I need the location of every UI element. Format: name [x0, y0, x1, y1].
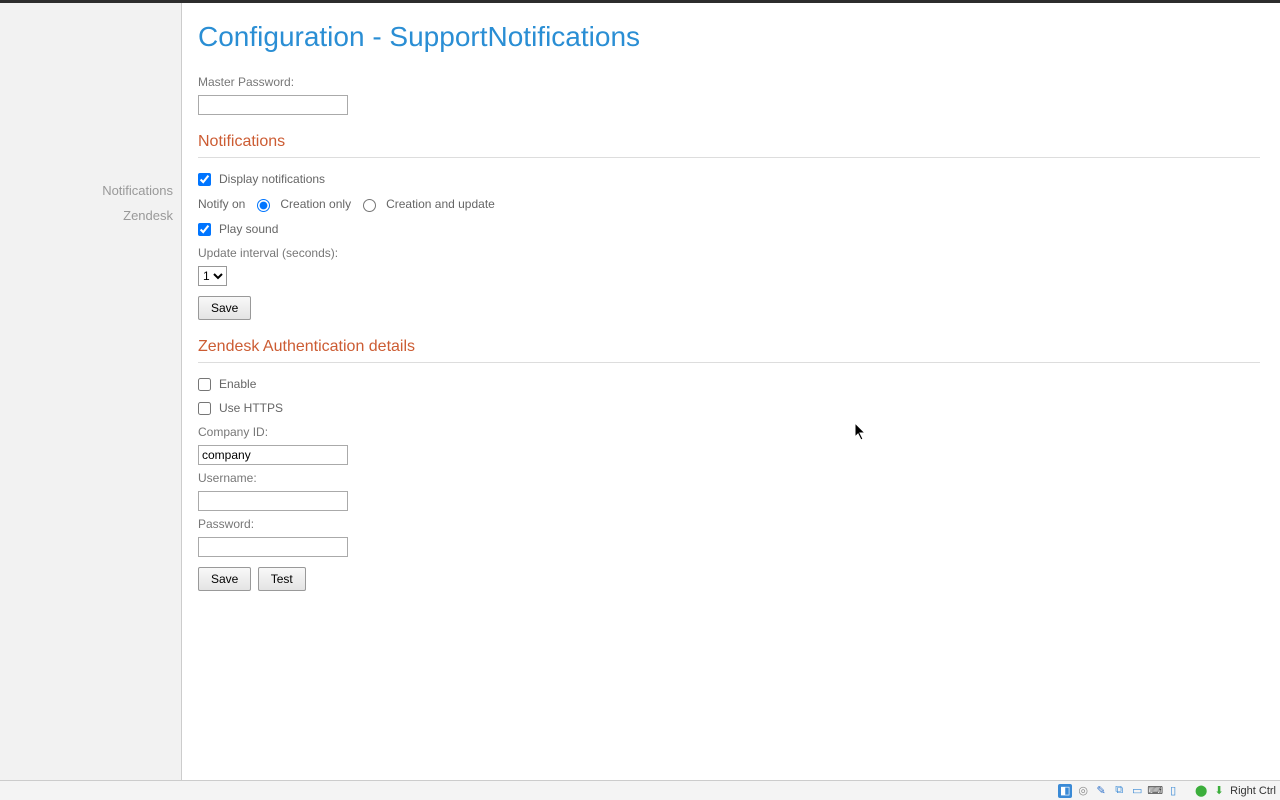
app-layout: Notifications Zendesk Configuration - Su…	[0, 3, 1280, 780]
notify-creation-update-label: Creation and update	[386, 197, 495, 211]
section-divider	[198, 362, 1260, 363]
tray-host-key-label: Right Ctrl	[1230, 785, 1276, 797]
sidebar: Notifications Zendesk	[0, 3, 182, 780]
zendesk-enable-checkbox[interactable]	[198, 378, 211, 391]
tray-audio-icon[interactable]: ▯	[1166, 784, 1180, 798]
update-interval-label: Update interval (seconds):	[198, 246, 1260, 260]
master-password-label: Master Password:	[198, 75, 1260, 89]
display-notifications-label: Display notifications	[219, 172, 325, 186]
notify-creation-only-radio[interactable]	[257, 199, 270, 212]
update-interval-select[interactable]: 1	[198, 266, 227, 286]
vm-taskbar: ◧ ◎ ✎ ⧉ ▭ ⌨ ▯ ⬤ ⬇ Right Ctrl	[0, 780, 1280, 800]
page-title: Configuration - SupportNotifications	[198, 21, 1260, 53]
zendesk-enable-label: Enable	[219, 377, 256, 391]
sidebar-item-zendesk[interactable]: Zendesk	[0, 203, 181, 228]
main-content: Configuration - SupportNotifications Mas…	[182, 3, 1280, 780]
notify-creation-update-radio[interactable]	[363, 199, 376, 212]
section-divider	[198, 157, 1260, 158]
notify-on-label: Notify on	[198, 197, 245, 211]
tray-shared-folder-icon[interactable]: ⧉	[1112, 784, 1126, 798]
password-label: Password:	[198, 517, 1260, 531]
display-notifications-checkbox[interactable]	[198, 173, 211, 186]
zendesk-save-button[interactable]: Save	[198, 567, 251, 591]
zendesk-test-button[interactable]: Test	[258, 567, 306, 591]
sidebar-item-notifications[interactable]: Notifications	[0, 178, 181, 203]
notify-creation-only-label: Creation only	[280, 197, 351, 211]
zendesk-https-checkbox[interactable]	[198, 402, 211, 415]
tray-display-icon[interactable]: ▭	[1130, 784, 1144, 798]
company-id-label: Company ID:	[198, 425, 1260, 439]
play-sound-checkbox[interactable]	[198, 223, 211, 236]
tray-network-icon[interactable]: ⌨	[1148, 784, 1162, 798]
username-input[interactable]	[198, 491, 348, 511]
tray-host-key-icon[interactable]: ⬇	[1212, 784, 1226, 798]
username-label: Username:	[198, 471, 1260, 485]
company-id-input[interactable]	[198, 445, 348, 465]
notifications-section-title: Notifications	[198, 133, 1260, 151]
zendesk-https-label: Use HTTPS	[219, 401, 283, 415]
play-sound-label: Play sound	[219, 222, 278, 236]
password-input[interactable]	[198, 537, 348, 557]
tray-cd-icon[interactable]: ◎	[1076, 784, 1090, 798]
tray-hdd-icon[interactable]: ◧	[1058, 784, 1072, 798]
tray-usb-icon[interactable]: ✎	[1094, 784, 1108, 798]
zendesk-section-title: Zendesk Authentication details	[198, 338, 1260, 356]
tray-mouse-integration-icon[interactable]: ⬤	[1194, 784, 1208, 798]
master-password-input[interactable]	[198, 95, 348, 115]
notifications-save-button[interactable]: Save	[198, 296, 251, 320]
